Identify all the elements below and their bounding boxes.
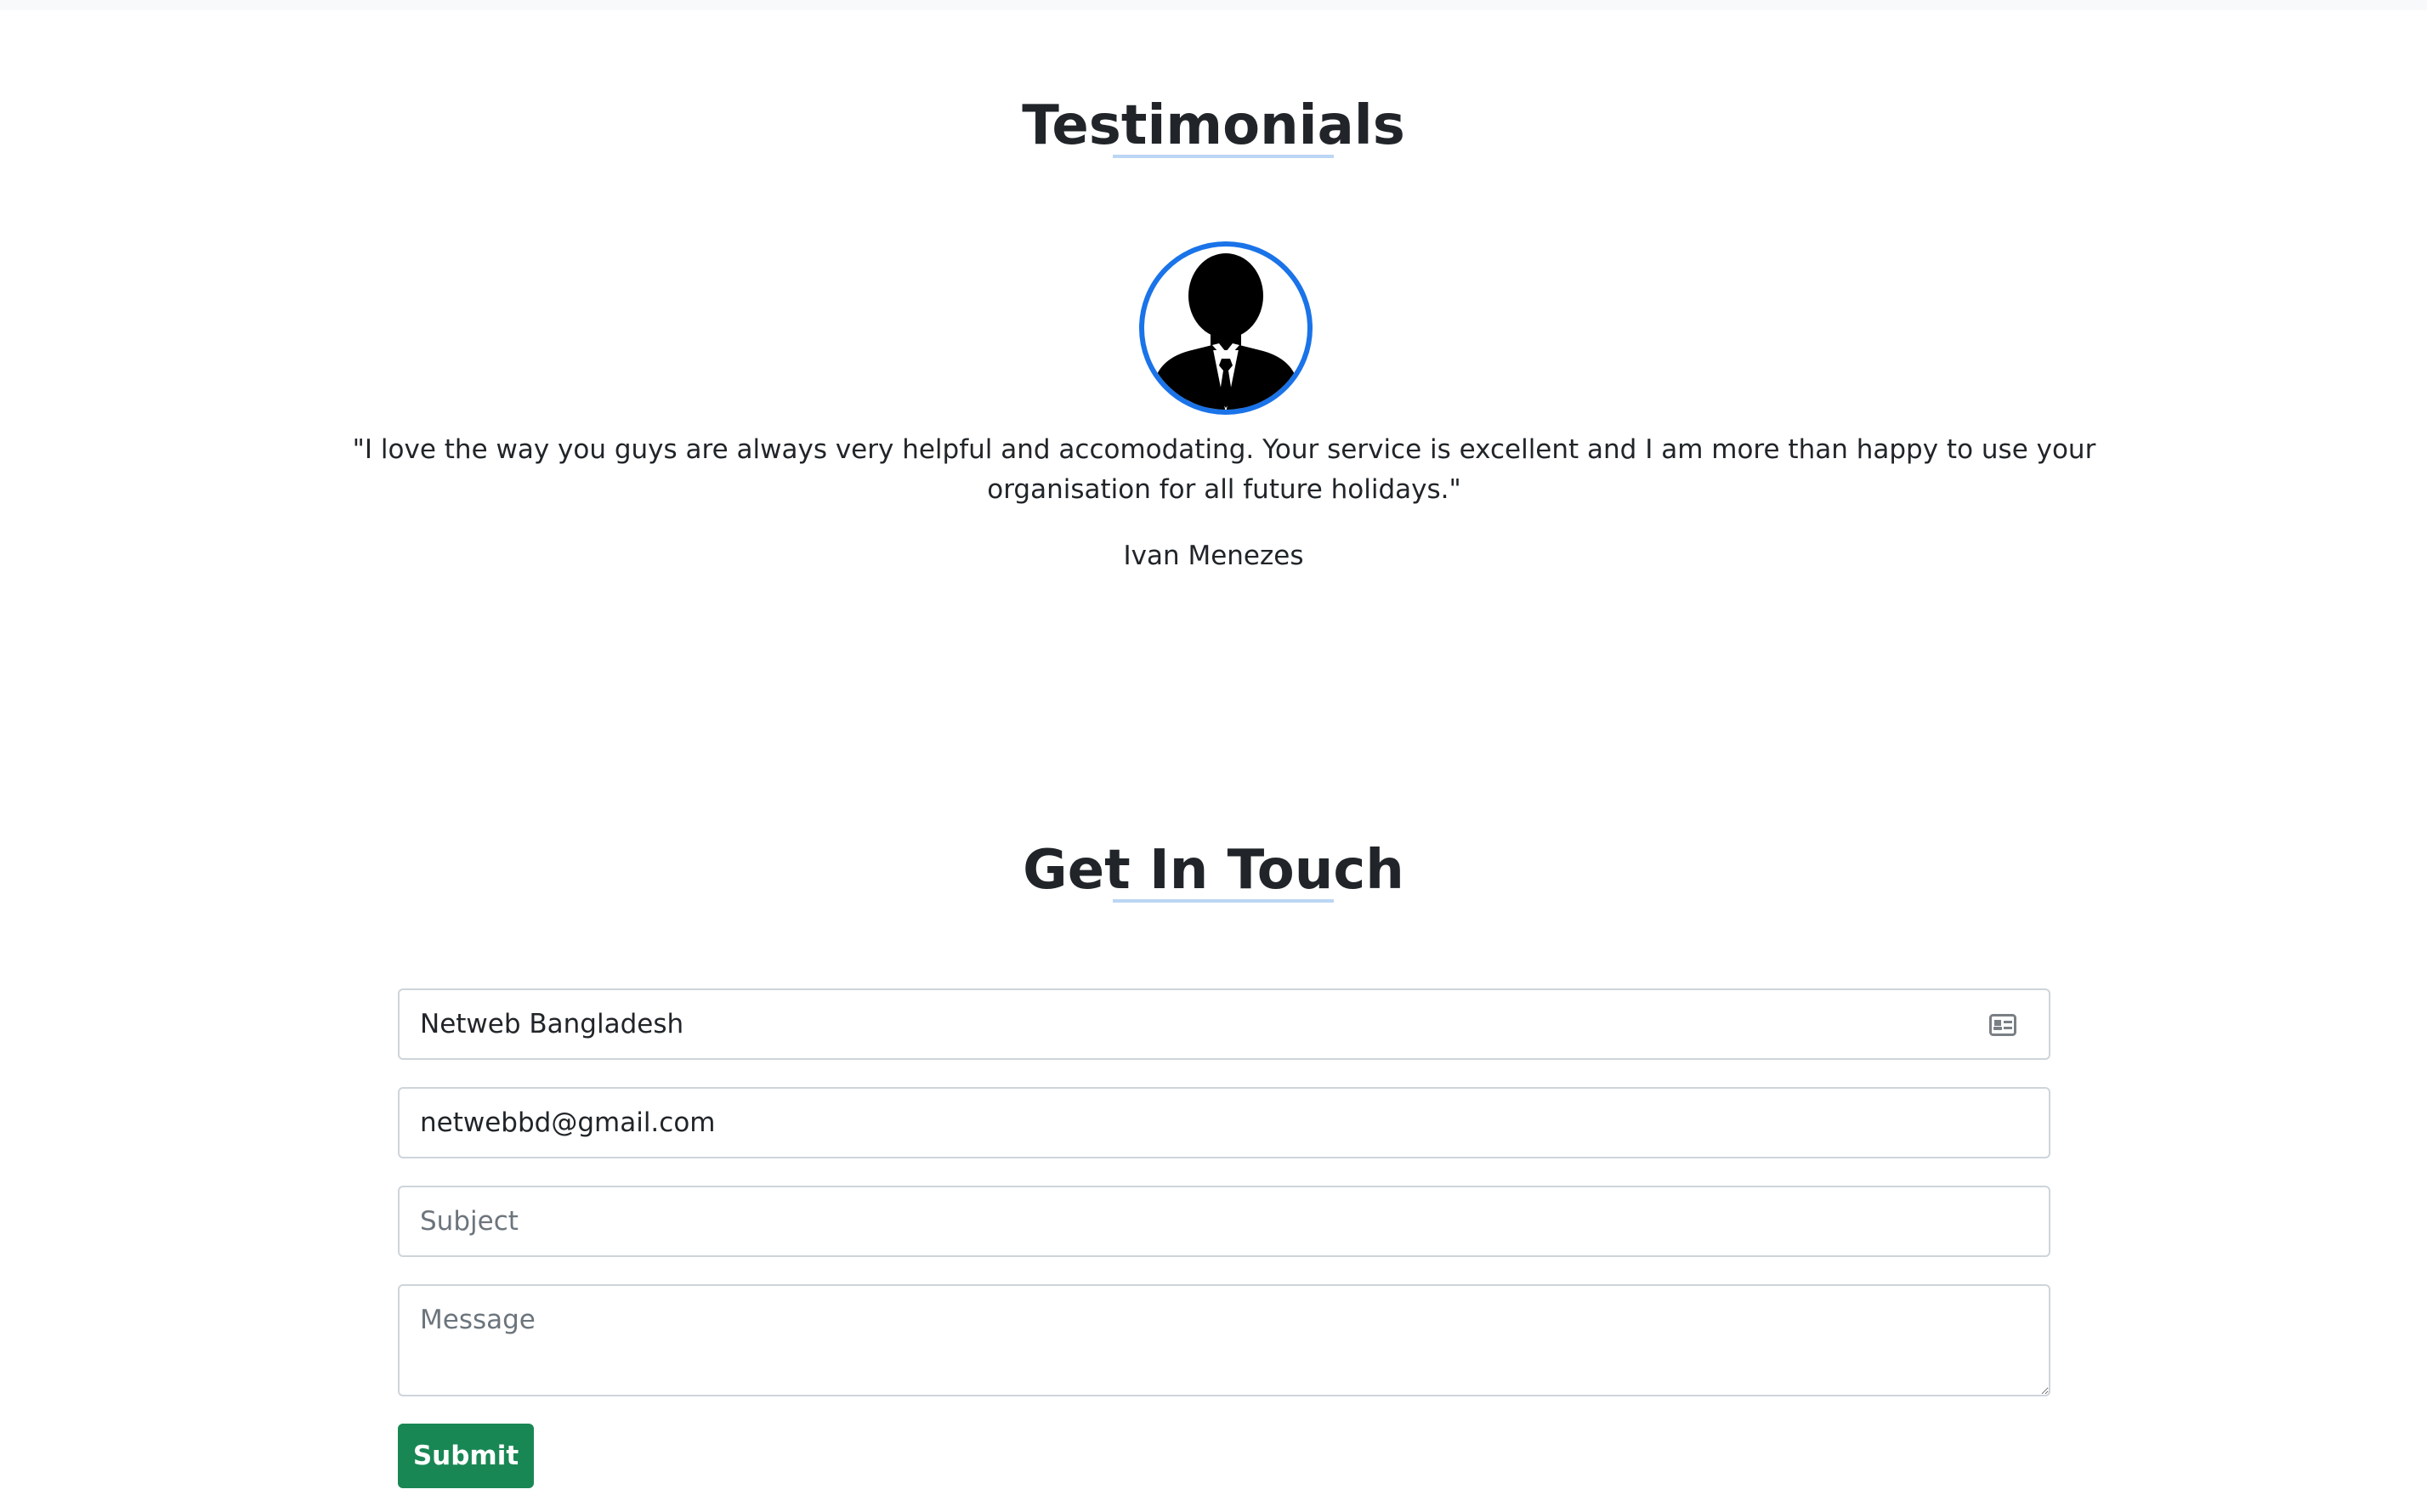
testimonial-quote: "I love the way you guys are always very… <box>352 434 2096 505</box>
person-silhouette-icon <box>1153 253 1299 410</box>
message-field[interactable] <box>400 1286 2049 1395</box>
subject-field-wrapper <box>398 1186 2050 1257</box>
contact-card-icon[interactable] <box>1989 1014 2016 1036</box>
testimonial-avatar <box>1139 241 1313 415</box>
contact-form: Submit <box>398 988 2050 1488</box>
testimonial-author: Ivan Menezes <box>1123 541 1304 571</box>
testimonials-title-underline <box>1113 155 1334 158</box>
top-strip <box>0 0 2427 10</box>
name-field[interactable] <box>400 990 2049 1058</box>
name-field-wrapper <box>398 988 2050 1060</box>
contact-title-underline <box>1113 899 1334 903</box>
submit-button[interactable]: Submit <box>398 1424 534 1488</box>
testimonials-title: Testimonials <box>1022 94 1405 157</box>
contact-title: Get In Touch <box>1023 839 1404 902</box>
message-field-wrapper <box>398 1284 2050 1396</box>
email-field[interactable] <box>400 1089 2049 1157</box>
email-field-wrapper <box>398 1087 2050 1158</box>
subject-field[interactable] <box>400 1187 2049 1255</box>
